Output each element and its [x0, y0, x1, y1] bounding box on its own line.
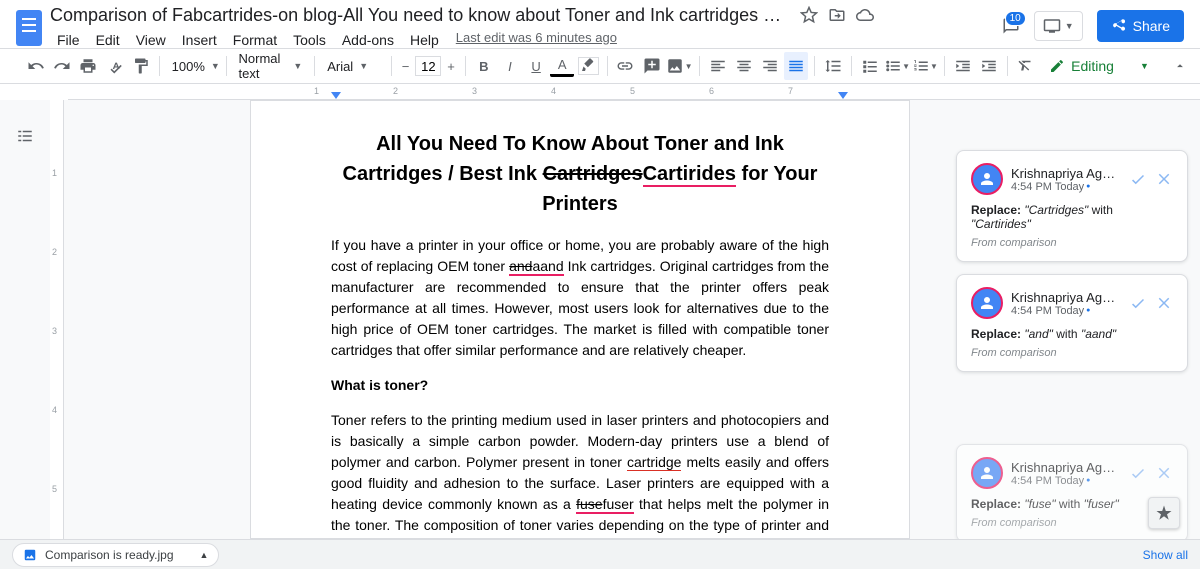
line-spacing-button[interactable]: [821, 52, 845, 80]
add-comment-button[interactable]: [640, 52, 664, 80]
avatar: [971, 287, 1003, 319]
document-page[interactable]: All You Need To Know About Toner and Ink…: [250, 100, 910, 539]
comment-time: 4:54 PM Today: [1011, 475, 1121, 487]
chevron-up-icon[interactable]: ▲: [200, 550, 209, 560]
italic-button[interactable]: I: [498, 52, 522, 80]
vertical-ruler[interactable]: 1 2 3 4 5: [50, 100, 64, 539]
share-button[interactable]: Share: [1097, 10, 1184, 42]
reject-suggestion-icon[interactable]: [1155, 170, 1173, 188]
align-center-button[interactable]: [732, 52, 756, 80]
insert-link-button[interactable]: [613, 52, 637, 80]
text-color-button[interactable]: A: [550, 55, 574, 77]
suggestion-card[interactable]: Krishnapriya Agar… 4:54 PM Today Replace…: [956, 150, 1188, 262]
accept-suggestion-icon[interactable]: [1129, 170, 1147, 188]
avatar: [971, 163, 1003, 195]
collapse-toolbar-button[interactable]: [1168, 52, 1192, 80]
font-size-increase[interactable]: +: [443, 52, 459, 80]
comment-history-icon[interactable]: 10: [1002, 17, 1020, 35]
present-button[interactable]: ▼: [1034, 11, 1083, 41]
numbered-list-button[interactable]: ▼: [912, 52, 938, 80]
docs-logo[interactable]: [16, 10, 42, 46]
outline-toggle-icon[interactable]: [11, 122, 39, 150]
paragraph[interactable]: If you have a printer in your office or …: [331, 235, 829, 361]
comments-column: Krishnapriya Agar… 4:54 PM Today Replace…: [956, 150, 1188, 542]
menu-format[interactable]: Format: [226, 30, 284, 50]
left-indent-marker-icon[interactable]: [331, 92, 341, 99]
comment-author: Krishnapriya Agar…: [1011, 166, 1121, 181]
align-right-button[interactable]: [758, 52, 782, 80]
align-left-button[interactable]: [705, 52, 729, 80]
font-select[interactable]: Arial▼: [321, 52, 385, 80]
show-all-downloads[interactable]: Show all: [1143, 548, 1188, 562]
menu-insert[interactable]: Insert: [175, 30, 224, 50]
doc-title[interactable]: Comparison of Fabcartrides-on blog-All Y…: [50, 3, 790, 28]
clear-formatting-button[interactable]: [1014, 52, 1038, 80]
paragraph[interactable]: Toner refers to the printing medium used…: [331, 410, 829, 539]
accept-suggestion-icon[interactable]: [1129, 294, 1147, 312]
align-justify-button[interactable]: [784, 52, 808, 80]
bulleted-list-button[interactable]: ▼: [884, 52, 910, 80]
subheading[interactable]: What is toner?: [331, 375, 829, 396]
avatar: [971, 457, 1003, 489]
spellcheck-button[interactable]: [102, 52, 126, 80]
font-size-decrease[interactable]: −: [398, 52, 414, 80]
insert-image-button[interactable]: ▼: [666, 52, 693, 80]
redo-button[interactable]: [50, 52, 74, 80]
menu-file[interactable]: File: [50, 30, 87, 50]
menu-help[interactable]: Help: [403, 30, 446, 50]
increase-indent-button[interactable]: [977, 52, 1001, 80]
move-icon[interactable]: [828, 6, 846, 24]
mode-editing-button[interactable]: Editing ▼: [1040, 53, 1158, 79]
paint-format-button[interactable]: [129, 52, 153, 80]
comment-count-badge: 10: [1005, 11, 1026, 26]
menu-addons[interactable]: Add-ons: [335, 30, 401, 50]
download-bar: Comparison is ready.jpg ▲ Show all: [0, 539, 1200, 569]
menu-edit[interactable]: Edit: [89, 30, 127, 50]
horizontal-ruler[interactable]: 1 2 3 4 5 6 7: [68, 84, 1200, 100]
zoom-select[interactable]: 100%▼: [166, 52, 220, 80]
menu-view[interactable]: View: [129, 30, 173, 50]
star-icon[interactable]: [800, 6, 818, 24]
share-label: Share: [1133, 18, 1170, 34]
print-button[interactable]: [76, 52, 100, 80]
underline-button[interactable]: U: [524, 52, 548, 80]
toolbar: 100%▼ Normal text▼ Arial▼ − + B I U A ▼ …: [0, 48, 1200, 84]
reject-suggestion-icon[interactable]: [1155, 294, 1173, 312]
comment-author: Krishnapriya Agar…: [1011, 290, 1121, 305]
explore-button[interactable]: [1148, 497, 1180, 529]
decrease-indent-button[interactable]: [951, 52, 975, 80]
menu-tools[interactable]: Tools: [286, 30, 333, 50]
reject-suggestion-icon[interactable]: [1155, 464, 1173, 482]
comment-author: Krishnapriya Agar…: [1011, 460, 1121, 475]
right-indent-marker-icon[interactable]: [838, 92, 848, 99]
menubar: File Edit View Insert Format Tools Add-o…: [50, 30, 1002, 50]
doc-heading[interactable]: All You Need To Know About Toner and Ink…: [331, 129, 829, 219]
font-size-input[interactable]: [415, 56, 441, 76]
bold-button[interactable]: B: [472, 52, 496, 80]
download-filename: Comparison is ready.jpg: [45, 548, 174, 562]
suggestion-card[interactable]: Krishnapriya Agar… 4:54 PM Today Replace…: [956, 274, 1188, 372]
cloud-saved-icon[interactable]: [856, 6, 874, 24]
comment-time: 4:54 PM Today: [1011, 305, 1121, 317]
highlight-button[interactable]: [576, 55, 600, 77]
last-edit-link[interactable]: Last edit was 6 minutes ago: [456, 30, 617, 50]
comment-time: 4:54 PM Today: [1011, 181, 1121, 193]
checklist-button[interactable]: [858, 52, 882, 80]
style-select[interactable]: Normal text▼: [233, 52, 309, 80]
undo-button[interactable]: [24, 52, 48, 80]
download-chip[interactable]: Comparison is ready.jpg ▲: [12, 543, 219, 567]
mode-label: Editing: [1071, 58, 1114, 74]
accept-suggestion-icon[interactable]: [1129, 464, 1147, 482]
